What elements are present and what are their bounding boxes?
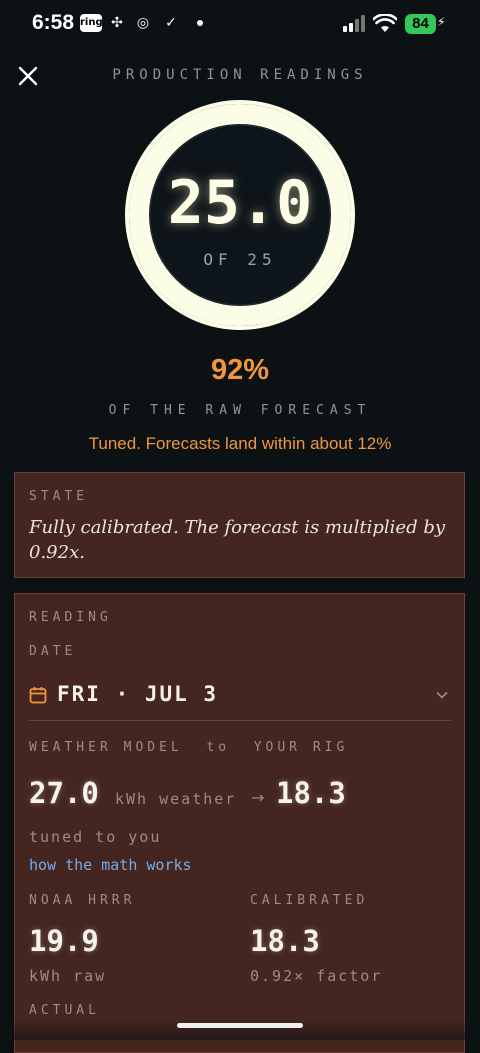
dot-icon — [197, 20, 203, 26]
check-circle-icon: ✓ — [165, 15, 177, 31]
state-card: STATE Fully calibrated. The forecast is … — [14, 472, 465, 578]
wifi-icon — [373, 14, 397, 32]
reading-card: READING DATE FRI · JUL 3 WEATHER MODEL t… — [14, 593, 465, 1053]
calibrated-unit: 0.92× factor — [250, 967, 383, 985]
model-label: WEATHER MODEL to YOUR RIG — [29, 740, 349, 755]
battery-icon: 84 — [405, 14, 436, 34]
math-link[interactable]: how the math works — [29, 856, 192, 874]
tuned-status-text: Tuned. Forecasts land within about 12% — [88, 434, 392, 453]
chevron-down-icon — [436, 691, 448, 699]
rig-value: 18.3 — [276, 776, 346, 810]
calibrated-label: CALIBRATED — [250, 893, 369, 908]
target-icon: ◎ — [136, 15, 150, 31]
noaa-value: 19.9 — [29, 924, 99, 958]
gauge-of-label: OF 25 — [203, 250, 277, 269]
noaa-label: NOAA HRRR — [29, 893, 136, 908]
gauge-value: 25.0 — [167, 168, 313, 238]
calendar-icon — [29, 687, 47, 704]
home-indicator[interactable] — [177, 1023, 303, 1028]
status-bar: 6:58 ring ✣ ◎ ✓ 84 ⚡ — [0, 0, 480, 48]
tuned-caption: tuned to you — [29, 828, 162, 846]
bolt-icon: ⚡ — [437, 14, 446, 30]
actual-label: ACTUAL — [29, 1003, 100, 1018]
ring-icon: ring — [80, 14, 103, 32]
signal-icon — [343, 15, 365, 32]
forecast-percent: 92% — [210, 354, 270, 386]
weather-unit: kWh weather — [115, 790, 237, 808]
weather-value: 27.0 — [29, 776, 99, 810]
calibrated-value: 18.3 — [250, 924, 320, 958]
state-label: STATE — [29, 489, 89, 504]
arrow-right-icon: → — [251, 788, 265, 807]
noaa-unit: kWh raw — [29, 967, 107, 985]
date-picker[interactable]: FRI · JUL 3 — [29, 678, 451, 721]
page-title: PRODUCTION READINGS — [112, 67, 368, 83]
status-time: 6:58 — [32, 11, 75, 34]
forecast-percent-caption: OF THE RAW FORECAST — [108, 403, 372, 418]
state-text: Fully calibrated. The forecast is multip… — [29, 517, 446, 563]
reading-label: READING — [29, 610, 112, 625]
pinwheel-icon: ✣ — [111, 15, 123, 31]
date-label: DATE — [29, 644, 77, 659]
date-value: FRI · JUL 3 — [57, 682, 219, 706]
